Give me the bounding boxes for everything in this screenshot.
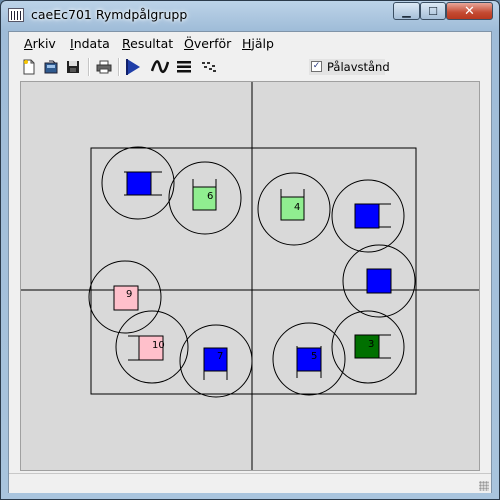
print-icon <box>96 60 112 74</box>
app-window: caeEc701 Rymdpålgrupp ▁ ☐ ✕ Arkiv Indata… <box>0 0 500 500</box>
title-bar[interactable]: caeEc701 Rymdpålgrupp ▁ ☐ ✕ <box>1 1 499 31</box>
app-icon[interactable] <box>8 8 24 22</box>
save-icon <box>67 61 79 73</box>
menu-arkiv[interactable]: Arkiv <box>24 36 56 51</box>
pile-10[interactable]: 10 <box>115 310 189 384</box>
menu-resultat[interactable]: Resultat <box>122 36 173 51</box>
svg-text:10: 10 <box>152 340 165 351</box>
curve-button[interactable] <box>150 57 170 77</box>
lines-button[interactable] <box>174 57 194 77</box>
toolbar: ✓ Pålavstånd <box>9 55 491 79</box>
menu-indata[interactable]: Indata <box>70 36 110 51</box>
drawing-canvas[interactable]: 6 4 9 10 7 5 3 <box>20 81 480 471</box>
save-button[interactable] <box>63 57 83 77</box>
resize-grip-icon[interactable] <box>479 481 489 491</box>
svg-text:4: 4 <box>294 202 300 213</box>
svg-text:6: 6 <box>207 191 213 202</box>
dots-button[interactable] <box>199 57 219 77</box>
new-file-icon <box>23 59 35 75</box>
minimize-button[interactable]: ▁ <box>393 2 420 20</box>
pile-right-top[interactable] <box>331 179 405 253</box>
close-icon: ✕ <box>464 3 475 19</box>
curve-icon <box>151 60 169 74</box>
window-title: caeEc701 Rymdpålgrupp <box>31 7 188 22</box>
pile-spacing-label: Pålavstånd <box>327 60 390 74</box>
menu-hjalp[interactable]: Hjälp <box>242 36 274 51</box>
maximize-icon: ☐ <box>428 4 438 18</box>
pile-spacing-toggle[interactable]: ✓ Pålavstånd <box>309 59 390 75</box>
minimize-icon: ▁ <box>402 4 411 18</box>
client-area: Arkiv Indata Resultat Överför Hjälp ✓ På… <box>8 31 492 493</box>
maximize-button[interactable]: ☐ <box>420 2 446 20</box>
lines-icon <box>177 61 191 73</box>
open-file-icon <box>44 60 58 74</box>
close-button[interactable]: ✕ <box>446 2 493 20</box>
pile-group-plot: 6 4 9 10 7 5 3 <box>21 82 479 470</box>
svg-text:7: 7 <box>217 351 223 362</box>
pile-4[interactable]: 4 <box>257 172 331 246</box>
pile-9[interactable]: 9 <box>88 260 162 334</box>
run-button[interactable] <box>123 57 143 77</box>
new-file-button[interactable] <box>19 57 39 77</box>
print-button[interactable] <box>94 57 114 77</box>
dots-icon <box>202 62 216 72</box>
pile-right-mid[interactable] <box>342 244 416 318</box>
pile-spacing-checkbox[interactable]: ✓ <box>311 61 322 72</box>
svg-text:5: 5 <box>311 351 317 362</box>
run-icon <box>126 59 140 75</box>
menu-bar: Arkiv Indata Resultat Överför Hjälp <box>9 32 491 54</box>
svg-text:3: 3 <box>368 339 374 350</box>
pile-1[interactable] <box>101 146 175 220</box>
pile-6[interactable]: 6 <box>168 161 242 235</box>
open-file-button[interactable] <box>41 57 61 77</box>
menu-overfor[interactable]: Överför <box>184 36 231 51</box>
svg-text:9: 9 <box>126 289 132 300</box>
status-bar <box>9 473 491 493</box>
pile-7[interactable]: 7 <box>179 324 253 398</box>
